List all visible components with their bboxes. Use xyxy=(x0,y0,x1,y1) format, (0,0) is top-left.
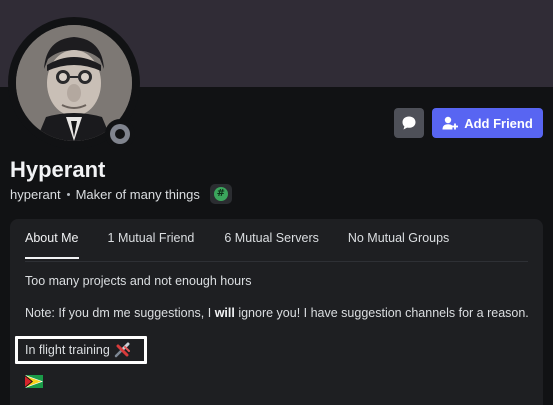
bio-flight-line: In flight training xyxy=(18,339,144,361)
bio-note-end: ignore you! I have suggestion channels f… xyxy=(234,306,529,320)
bio-line: Too many projects and not enough hours xyxy=(25,274,252,288)
bio-note-start: Note: If you dm me suggestions, I xyxy=(25,306,215,320)
bio-note-emphasis: will xyxy=(214,306,235,320)
tabs-divider xyxy=(25,261,528,262)
flag-icon xyxy=(25,375,43,388)
tab-about-me[interactable]: About Me xyxy=(25,231,79,261)
hashtag-badge-icon: # xyxy=(213,187,228,201)
separator-dot xyxy=(66,192,70,196)
highlight-box: In flight training xyxy=(15,336,147,364)
profile-panel: About Me 1 Mutual Friend 6 Mutual Server… xyxy=(10,219,543,405)
airplane-icon xyxy=(114,342,130,358)
display-name: Hyperant xyxy=(10,157,106,182)
profile-subline: hyperant Maker of many things # xyxy=(10,184,232,204)
avatar-frame xyxy=(8,17,140,149)
username: hyperant xyxy=(10,186,61,202)
message-button[interactable] xyxy=(394,108,424,138)
bio-flight-text: In flight training xyxy=(25,343,110,357)
add-friend-button[interactable]: Add Friend xyxy=(432,108,543,138)
chat-bubble-icon xyxy=(402,116,416,130)
tab-mutual-groups[interactable]: No Mutual Groups xyxy=(348,231,449,261)
bio-note: Note: If you dm me suggestions, I will i… xyxy=(25,305,530,321)
offline-status-icon xyxy=(110,124,130,144)
pronouns-tagline: Maker of many things xyxy=(75,186,200,202)
profile-tabs: About Me 1 Mutual Friend 6 Mutual Server… xyxy=(25,231,449,261)
add-user-icon xyxy=(442,116,459,130)
status-indicator xyxy=(105,119,135,149)
about-me-section: Too many projects and not enough hours N… xyxy=(25,273,530,337)
add-friend-label: Add Friend xyxy=(464,115,533,131)
tab-mutual-friends[interactable]: 1 Mutual Friend xyxy=(108,231,195,261)
profile-badge[interactable]: # xyxy=(209,184,232,204)
tab-mutual-servers[interactable]: 6 Mutual Servers xyxy=(224,231,318,261)
